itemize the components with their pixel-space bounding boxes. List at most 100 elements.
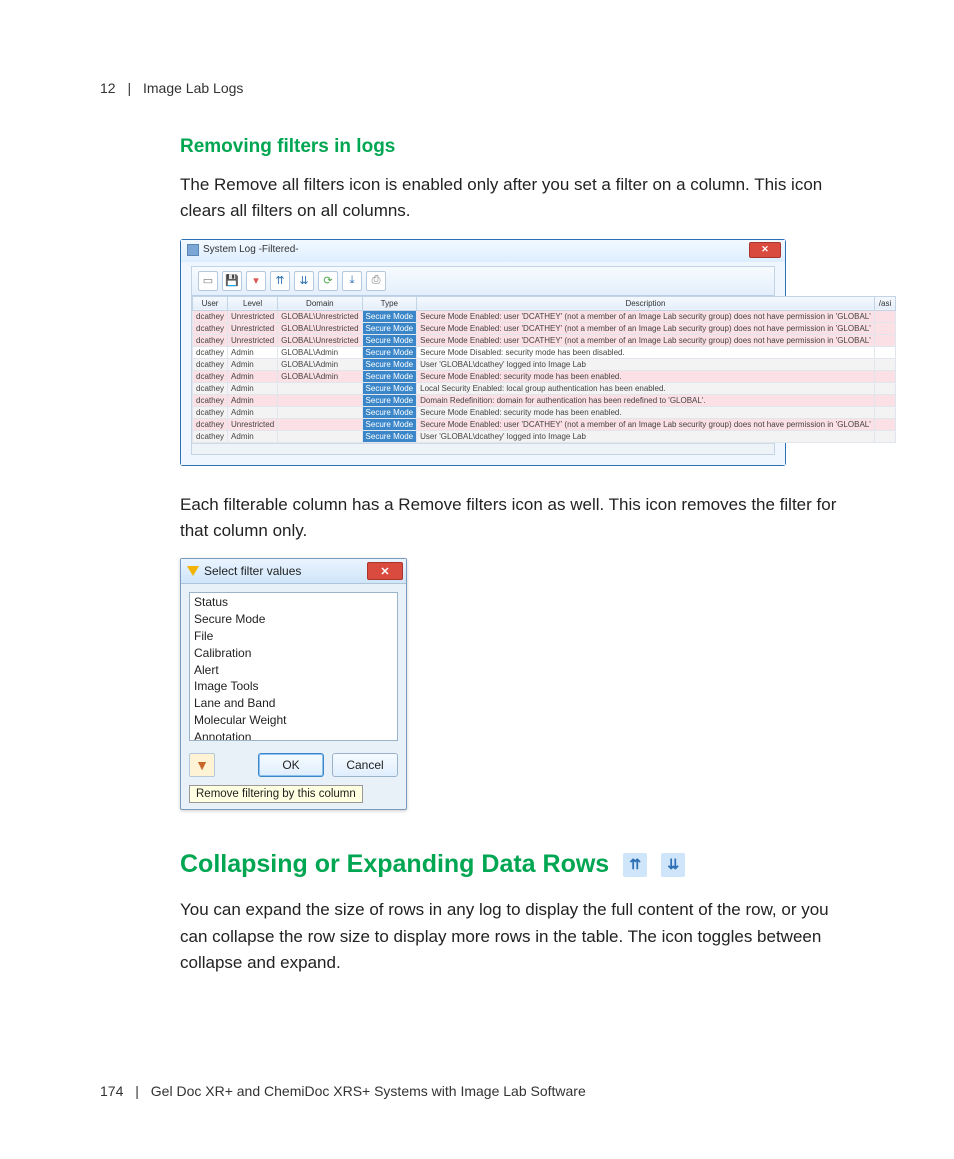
cell-user: dcathey [193,394,228,406]
cell-description: Secure Mode Enabled: security mode has b… [417,370,875,382]
cell-description: Secure Mode Enabled: user 'DCATHEY' (not… [417,418,875,430]
table-row[interactable]: dcatheyUnrestrictedSecure ModeSecure Mod… [193,418,896,430]
close-icon[interactable]: ✕ [749,242,781,258]
collapse-rows-icon[interactable]: ⇈ [623,853,647,877]
list-item[interactable]: Image Tools [192,678,395,695]
cell-domain: GLOBAL\Unrestricted [278,310,362,322]
cell-level: Admin [228,370,278,382]
cell-type: Secure Mode [362,406,417,418]
horizontal-scrollbar[interactable] [192,443,774,454]
separator: | [127,80,131,96]
col-user[interactable]: User [193,296,228,310]
list-item[interactable]: Status [192,594,395,611]
list-item[interactable]: Molecular Weight [192,712,395,729]
cell-last [874,334,895,346]
table-row[interactable]: dcatheyAdminSecure ModeUser 'GLOBAL\dcat… [193,430,896,442]
expand-rows-icon[interactable]: ⇊ [661,853,685,877]
table-row[interactable]: dcatheyAdminSecure ModeLocal Security En… [193,382,896,394]
col-domain[interactable]: Domain [278,296,362,310]
select-filter-values-dialog: Select filter values ✕ StatusSecure Mode… [180,558,407,810]
page-number: 174 [100,1083,123,1099]
list-item[interactable]: File [192,628,395,645]
cell-last [874,322,895,334]
cell-type: Secure Mode [362,382,417,394]
cell-domain: GLOBAL\Unrestricted [278,322,362,334]
print-icon[interactable]: ⎙ [366,271,386,291]
save-icon[interactable]: 💾 [222,271,242,291]
table-row[interactable]: dcatheyAdminGLOBAL\AdminSecure ModeUser … [193,358,896,370]
col-description[interactable]: Description [417,296,875,310]
log-table: User Level Domain Type Description /asi … [192,296,896,443]
cell-type: Secure Mode [362,418,417,430]
cell-level: Admin [228,382,278,394]
cell-description: Secure Mode Enabled: security mode has b… [417,406,875,418]
heading-text: Collapsing or Expanding Data Rows [180,850,609,879]
toolbar: ▭ 💾 ▾ ⇈ ⇊ ⟳ ⤓ ⎙ [192,267,774,296]
table-header-row[interactable]: User Level Domain Type Description /asi [193,296,896,310]
expand-icon[interactable]: ⇊ [294,271,314,291]
col-level[interactable]: Level [228,296,278,310]
chapter-number: 12 [100,80,116,96]
cell-level: Admin [228,394,278,406]
book-title: Gel Doc XR+ and ChemiDoc XRS+ Systems wi… [151,1083,586,1099]
cell-description: Secure Mode Enabled: user 'DCATHEY' (not… [417,334,875,346]
cell-domain: GLOBAL\Admin [278,358,362,370]
cell-level: Admin [228,406,278,418]
remove-filters-icon[interactable]: ▾ [246,271,266,291]
chapter-title: Image Lab Logs [143,80,243,96]
table-row[interactable]: dcatheyAdminGLOBAL\AdminSecure ModeSecur… [193,346,896,358]
remove-column-filter-icon[interactable]: ▼ [189,753,215,777]
page-icon[interactable]: ▭ [198,271,218,291]
filter-values-list[interactable]: StatusSecure ModeFileCalibrationAlertIma… [189,592,398,741]
list-item[interactable]: Secure Mode [192,611,395,628]
close-icon[interactable]: ✕ [367,562,403,580]
section-heading-removing-filters: Removing filters in logs [180,136,854,158]
list-item[interactable]: Annotation [192,729,395,742]
collapse-icon[interactable]: ⇈ [270,271,290,291]
cell-level: Admin [228,430,278,442]
window-titlebar[interactable]: System Log -Filtered- ✕ [181,240,785,262]
list-item[interactable]: Calibration [192,645,395,662]
cell-user: dcathey [193,310,228,322]
page-header: 12 | Image Lab Logs [100,80,854,96]
cell-last [874,310,895,322]
cell-last [874,346,895,358]
cell-domain: GLOBAL\Unrestricted [278,334,362,346]
table-row[interactable]: dcatheyUnrestrictedGLOBAL\UnrestrictedSe… [193,334,896,346]
cell-user: dcathey [193,406,228,418]
app-icon [187,244,199,256]
cell-description: Secure Mode Enabled: user 'DCATHEY' (not… [417,310,875,322]
cell-user: dcathey [193,346,228,358]
table-row[interactable]: dcatheyAdmin Secure ModeSecure Mode Enabl… [193,406,896,418]
dialog-title: Select filter values [204,564,301,578]
cell-type: Secure Mode [362,346,417,358]
cell-user: dcathey [193,418,228,430]
cell-last [874,430,895,442]
col-type[interactable]: Type [362,296,417,310]
body-text: The Remove all filters icon is enabled o… [180,172,854,225]
cell-domain [278,394,362,406]
ok-button[interactable]: OK [258,753,324,777]
cell-description: Local Security Enabled: local group auth… [417,382,875,394]
dialog-titlebar[interactable]: Select filter values ✕ [181,559,406,584]
table-row[interactable]: dcatheyAdminSecure ModeDomain Redefiniti… [193,394,896,406]
table-row[interactable]: dcatheyUnrestrictedGLOBAL\UnrestrictedSe… [193,322,896,334]
list-item[interactable]: Alert [192,662,395,679]
export-icon[interactable]: ⤓ [342,271,362,291]
refresh-icon[interactable]: ⟳ [318,271,338,291]
cell-last [874,382,895,394]
col-last[interactable]: /asi [874,296,895,310]
cell-type: Secure Mode [362,310,417,322]
list-item[interactable]: Lane and Band [192,695,395,712]
window-title: System Log -Filtered- [203,244,299,255]
cell-type: Secure Mode [362,370,417,382]
table-row[interactable]: dcatheyUnrestrictedGLOBAL\UnrestrictedSe… [193,310,896,322]
cell-domain: GLOBAL\Admin [278,346,362,358]
cell-type: Secure Mode [362,358,417,370]
cell-last [874,418,895,430]
cell-user: dcathey [193,322,228,334]
cancel-button[interactable]: Cancel [332,753,398,777]
separator: | [135,1083,139,1099]
table-row[interactable]: dcatheyAdminGLOBAL\AdminSecure ModeSecur… [193,370,896,382]
cell-last [874,370,895,382]
